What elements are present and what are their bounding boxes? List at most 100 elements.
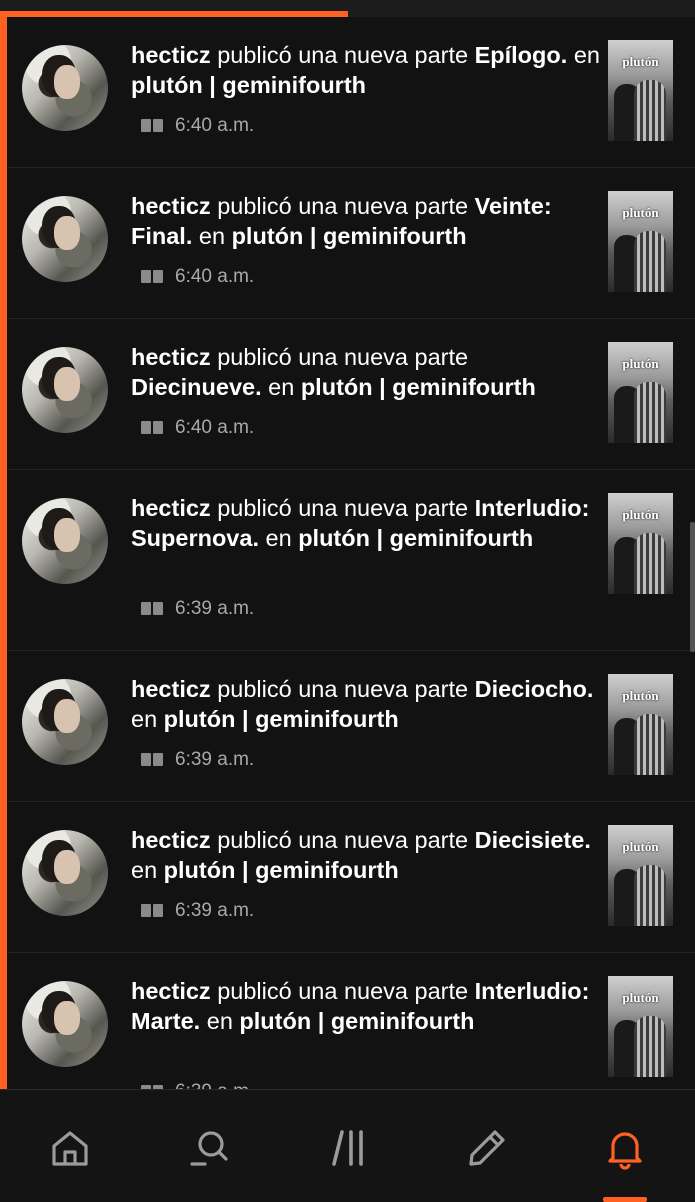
book-icon bbox=[141, 118, 163, 134]
notification-text: hecticz publicó una nueva parte Diecisie… bbox=[131, 826, 601, 885]
story-cover[interactable]: plutón bbox=[608, 191, 673, 292]
notification-meta: 6:40 a.m. bbox=[141, 266, 254, 288]
cover-title: plutón bbox=[622, 507, 659, 522]
cover-title: plutón bbox=[622, 356, 659, 371]
unread-indicator bbox=[0, 11, 7, 1091]
story-title[interactable]: plutón | geminifourth bbox=[131, 72, 366, 98]
notification-item[interactable]: hecticz publicó una nueva parte Diecisie… bbox=[8, 802, 695, 953]
action-text: publicó una nueva parte bbox=[217, 676, 469, 702]
user-avatar[interactable] bbox=[22, 981, 108, 1067]
username[interactable]: hecticz bbox=[131, 827, 211, 853]
notification-meta: 6:39 a.m. bbox=[141, 900, 254, 922]
notification-item[interactable]: hecticz publicó una nueva parte Interlud… bbox=[8, 953, 695, 1090]
nav-write[interactable] bbox=[452, 1118, 522, 1178]
part-title[interactable]: Dieciocho. bbox=[475, 676, 594, 702]
story-cover[interactable]: plutón bbox=[608, 976, 673, 1077]
cover-figure bbox=[634, 80, 666, 141]
user-avatar[interactable] bbox=[22, 830, 108, 916]
action-text: publicó una nueva parte bbox=[217, 827, 469, 853]
book-icon bbox=[141, 269, 163, 285]
notification-text: hecticz publicó una nueva parte Diecioch… bbox=[131, 675, 601, 734]
book-icon bbox=[141, 903, 163, 919]
story-title[interactable]: plutón | geminifourth bbox=[301, 374, 536, 400]
search-icon bbox=[190, 1131, 228, 1166]
pencil-icon bbox=[469, 1130, 505, 1166]
notification-text: hecticz publicó una nueva parte Diecinue… bbox=[131, 343, 601, 402]
notification-text: hecticz publicó una nueva parte Interlud… bbox=[131, 494, 601, 553]
username[interactable]: hecticz bbox=[131, 42, 211, 68]
connector-text: en bbox=[573, 42, 600, 68]
notification-meta: 6:40 a.m. bbox=[141, 115, 254, 137]
notification-feed[interactable]: hecticz publicó una nueva parte Epílogo.… bbox=[8, 17, 695, 1090]
story-title[interactable]: plutón | geminifourth bbox=[164, 706, 399, 732]
story-cover[interactable]: plutón bbox=[608, 825, 673, 926]
cover-figure bbox=[634, 865, 666, 926]
book-icon bbox=[141, 420, 163, 436]
timestamp: 6:40 a.m. bbox=[175, 115, 255, 136]
story-cover[interactable]: plutón bbox=[608, 40, 673, 141]
story-title[interactable]: plutón | geminifourth bbox=[232, 223, 467, 249]
connector-text: en bbox=[198, 222, 226, 249]
username[interactable]: hecticz bbox=[131, 193, 211, 219]
notification-text: hecticz publicó una nueva parte Veinte: … bbox=[131, 192, 601, 251]
nav-library[interactable] bbox=[313, 1118, 383, 1178]
cover-figure bbox=[634, 382, 666, 443]
notification-item[interactable]: hecticz publicó una nueva parte Diecioch… bbox=[8, 651, 695, 802]
library-icon bbox=[332, 1130, 363, 1166]
connector-text: en bbox=[265, 524, 292, 551]
timestamp: 6:40 a.m. bbox=[175, 417, 255, 438]
connector-text: en bbox=[268, 373, 295, 400]
story-cover[interactable]: plutón bbox=[608, 674, 673, 775]
notification-text: hecticz publicó una nueva parte Epílogo.… bbox=[131, 41, 601, 100]
notification-item[interactable]: hecticz publicó una nueva parte Veinte: … bbox=[8, 168, 695, 319]
notification-text: hecticz publicó una nueva parte Interlud… bbox=[131, 977, 601, 1036]
part-title[interactable]: Epílogo. bbox=[475, 42, 568, 68]
cover-figure bbox=[634, 1016, 666, 1077]
username[interactable]: hecticz bbox=[131, 495, 211, 521]
notification-item[interactable]: hecticz publicó una nueva parte Diecinue… bbox=[8, 319, 695, 470]
cover-figure bbox=[634, 231, 666, 292]
story-title[interactable]: plutón | geminifourth bbox=[164, 857, 399, 883]
notification-item[interactable]: hecticz publicó una nueva parte Interlud… bbox=[8, 470, 695, 651]
user-avatar[interactable] bbox=[22, 45, 108, 131]
connector-text: en bbox=[131, 705, 158, 732]
connector-text: en bbox=[206, 1007, 233, 1034]
story-cover[interactable]: plutón bbox=[608, 342, 673, 443]
bottom-nav bbox=[0, 1089, 695, 1202]
username[interactable]: hecticz bbox=[131, 676, 211, 702]
timestamp: 6:39 a.m. bbox=[175, 598, 255, 619]
part-title[interactable]: Diecinueve. bbox=[131, 374, 262, 400]
action-text: publicó una nueva parte bbox=[217, 193, 469, 219]
timestamp: 6:40 a.m. bbox=[175, 266, 255, 287]
nav-search[interactable] bbox=[174, 1118, 244, 1178]
cover-title: plutón bbox=[622, 688, 659, 703]
scrollbar-thumb[interactable] bbox=[690, 522, 695, 652]
cover-title: plutón bbox=[622, 205, 659, 220]
connector-text: en bbox=[131, 856, 158, 883]
story-title[interactable]: plutón | geminifourth bbox=[298, 525, 533, 551]
user-avatar[interactable] bbox=[22, 498, 108, 584]
notification-meta: 6:39 a.m. bbox=[141, 598, 254, 620]
nav-home[interactable] bbox=[35, 1118, 105, 1178]
notification-meta: 6:39 a.m. bbox=[141, 749, 254, 771]
timestamp: 6:39 a.m. bbox=[175, 749, 255, 770]
story-cover[interactable]: plutón bbox=[608, 493, 673, 594]
part-title[interactable]: Diecisiete. bbox=[475, 827, 591, 853]
user-avatar[interactable] bbox=[22, 679, 108, 765]
action-text: publicó una nueva parte bbox=[217, 42, 469, 68]
story-title[interactable]: plutón | geminifourth bbox=[239, 1008, 474, 1034]
book-icon bbox=[141, 601, 163, 617]
home-icon bbox=[52, 1131, 88, 1166]
cover-title: plutón bbox=[622, 990, 659, 1005]
username[interactable]: hecticz bbox=[131, 978, 211, 1004]
nav-notifications[interactable] bbox=[590, 1118, 660, 1202]
username[interactable]: hecticz bbox=[131, 344, 211, 370]
notification-item[interactable]: hecticz publicó una nueva parte Epílogo.… bbox=[8, 17, 695, 168]
user-avatar[interactable] bbox=[22, 347, 108, 433]
action-text: publicó una nueva parte bbox=[217, 978, 469, 1004]
bell-icon bbox=[608, 1132, 642, 1170]
action-text: publicó una nueva parte bbox=[217, 495, 469, 521]
user-avatar[interactable] bbox=[22, 196, 108, 282]
cover-figure bbox=[634, 533, 666, 594]
cover-title: plutón bbox=[622, 54, 659, 69]
